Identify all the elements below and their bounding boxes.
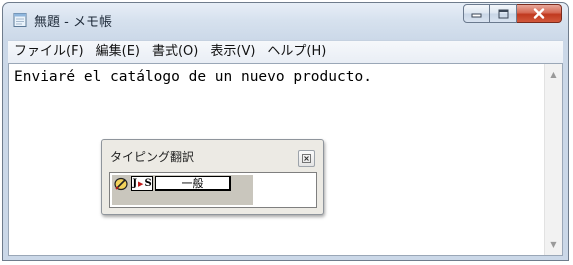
caption-buttons — [463, 4, 562, 25]
close-icon — [533, 8, 545, 19]
pen-icon — [113, 177, 128, 190]
pen-button[interactable] — [112, 176, 130, 192]
window-title: 無題 - メモ帳 — [34, 15, 112, 30]
menu-edit[interactable]: 編集(E) — [90, 42, 146, 62]
menu-format[interactable]: 書式(O) — [146, 42, 204, 62]
scroll-down-icon: ▼ — [550, 240, 557, 249]
language-direction-button[interactable]: J ▶ S — [131, 176, 153, 191]
menu-bar: ファイル(F) 編集(E) 書式(O) 表示(V) ヘルプ(H) — [8, 40, 563, 63]
minimize-button[interactable] — [463, 4, 490, 23]
editor-content[interactable]: Enviaré el catálogo de un nuevo producto… — [14, 69, 372, 85]
maximize-button[interactable] — [490, 4, 517, 23]
target-language: S — [144, 178, 152, 189]
typing-translation-window[interactable]: タイピング翻訳 J ▶ S 一般 — [101, 139, 324, 215]
menu-file[interactable]: ファイル(F) — [8, 42, 90, 62]
close-button[interactable] — [517, 4, 562, 23]
title-bar[interactable]: 無題 - メモ帳 — [3, 3, 568, 37]
mode-button[interactable]: 一般 — [155, 176, 231, 191]
scroll-up-button[interactable]: ▲ — [545, 66, 562, 83]
minimize-icon — [471, 13, 482, 18]
ime-close-button[interactable] — [298, 150, 315, 167]
maximize-icon — [498, 9, 508, 18]
notepad-icon — [13, 13, 27, 27]
vertical-scrollbar[interactable]: ▲ ▼ — [544, 64, 562, 255]
menu-view[interactable]: 表示(V) — [204, 42, 261, 62]
source-language: J — [132, 178, 138, 189]
ime-panel: J ▶ S 一般 — [109, 172, 317, 208]
scroll-up-icon: ▲ — [550, 70, 557, 79]
notepad-window: 無題 - メモ帳 ファイル(F) 編集(E) 書式(O) 表示(V) ヘルプ(H… — [2, 2, 569, 261]
scroll-down-button[interactable]: ▼ — [545, 236, 562, 253]
menu-help[interactable]: ヘルプ(H) — [261, 42, 332, 62]
direction-arrow-icon: ▶ — [138, 179, 144, 188]
ime-title: タイピング翻訳 — [110, 150, 195, 164]
ime-toolbar-base — [112, 192, 253, 205]
close-icon — [302, 154, 311, 163]
ime-toolbar: J ▶ S 一般 — [112, 175, 253, 192]
